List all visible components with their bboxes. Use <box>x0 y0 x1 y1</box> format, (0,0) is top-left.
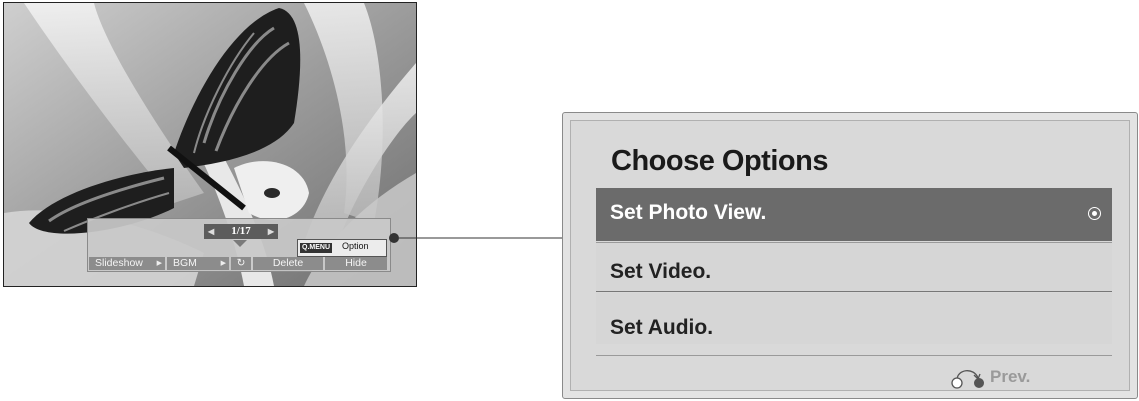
option-label: Option <box>342 241 369 251</box>
bgm-label: BGM <box>173 257 197 269</box>
photo-toolbar: ◀ 1/17 ▶ Q.MENU Option Slideshow ▶ BGM ▶… <box>87 218 391 272</box>
qmenu-option[interactable]: Q.MENU Option <box>297 239 387 257</box>
option-label: Set Video. <box>610 260 712 283</box>
prev-button[interactable]: Prev. <box>950 364 1030 390</box>
callout-connector <box>389 233 571 243</box>
bgm-button[interactable]: BGM ▶ <box>167 257 229 270</box>
divider <box>596 355 1112 356</box>
rotate-button[interactable]: ↻ <box>231 257 251 270</box>
option-set-photo-view[interactable]: Set Photo View. <box>596 188 1112 241</box>
option-label: Set Audio. <box>610 316 714 339</box>
play-triangle-icon: ▶ <box>220 260 226 267</box>
delete-label: Delete <box>272 257 304 269</box>
option-set-video[interactable]: Set Video. <box>596 242 1112 292</box>
radio-selected-icon <box>1088 207 1101 220</box>
photo-counter: ◀ 1/17 ▶ <box>204 224 278 239</box>
toolbar-buttons: Slideshow ▶ BGM ▶ ↻ Delete Hide <box>89 257 387 270</box>
delete-button[interactable]: Delete <box>253 257 323 270</box>
qmenu-badge: Q.MENU <box>300 243 332 253</box>
option-label: Set Photo View. <box>610 201 767 224</box>
left-triangle-icon[interactable]: ◀ <box>208 224 214 239</box>
prev-label: Prev. <box>990 367 1031 386</box>
dialog-title: Choose Options <box>611 145 828 177</box>
hide-label: Hide <box>345 257 367 269</box>
hide-button[interactable]: Hide <box>325 257 387 270</box>
slideshow-label: Slideshow <box>95 257 143 269</box>
option-set-audio[interactable]: Set Audio. <box>596 293 1112 344</box>
rotate-icon: ↻ <box>236 257 246 269</box>
play-triangle-icon: ▶ <box>156 260 162 267</box>
right-triangle-icon[interactable]: ▶ <box>268 224 274 239</box>
photo-viewer: ◀ 1/17 ▶ Q.MENU Option Slideshow ▶ BGM ▶… <box>3 2 417 287</box>
counter-text: 1/17 <box>231 225 251 237</box>
slideshow-button[interactable]: Slideshow ▶ <box>89 257 165 270</box>
pointer-icon <box>233 240 247 247</box>
back-return-icon <box>951 370 984 389</box>
